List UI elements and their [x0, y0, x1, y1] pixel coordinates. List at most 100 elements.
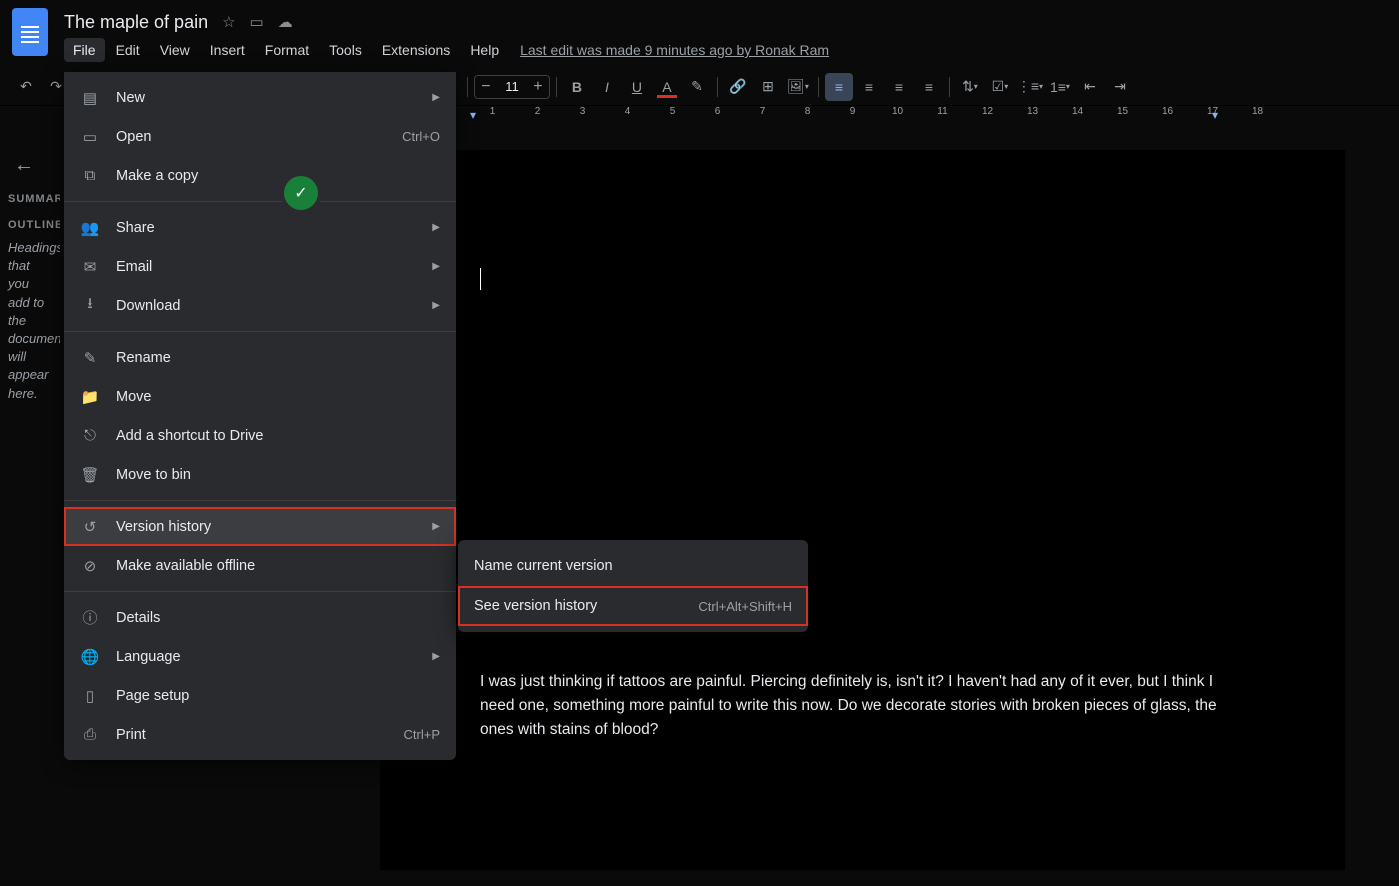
line-spacing-button[interactable]: ⇅▾: [956, 73, 984, 101]
menu-help[interactable]: Help: [461, 38, 508, 62]
menu-item-move-to-bin[interactable]: 🗑 Move to bin: [64, 455, 456, 494]
menu-item-label: Rename: [116, 350, 440, 366]
align-center-button[interactable]: ≡: [855, 73, 883, 101]
menu-format[interactable]: Format: [256, 38, 318, 62]
cloud-status-icon[interactable]: ☁: [278, 13, 293, 31]
submenu-item-see-history[interactable]: See version history Ctrl+Alt+Shift+H: [458, 586, 808, 626]
increase-indent-button[interactable]: ⇥: [1106, 73, 1134, 101]
font-size-value[interactable]: 11: [497, 79, 527, 94]
menu-item-label: Version history: [116, 519, 424, 535]
menu-insert[interactable]: Insert: [201, 38, 254, 62]
menu-file[interactable]: File: [64, 38, 105, 62]
menu-item-add-shortcut[interactable]: ⎋ Add a shortcut to Drive: [64, 416, 456, 455]
font-increase-button[interactable]: +: [527, 78, 549, 96]
underline-button[interactable]: U: [623, 73, 651, 101]
submenu-arrow-icon: ▶: [432, 92, 440, 103]
star-icon[interactable]: ☆: [222, 13, 235, 31]
menu-view[interactable]: View: [151, 38, 199, 62]
shortcut-icon: ⎋: [80, 426, 100, 446]
menu-item-label: Language: [116, 649, 424, 665]
submenu-item-name-current[interactable]: Name current version: [458, 546, 808, 586]
menu-item-label: Page setup: [116, 688, 440, 704]
text-color-button[interactable]: A: [653, 73, 681, 101]
menu-item-rename[interactable]: ✎ Rename: [64, 338, 456, 377]
download-icon: ⭳: [80, 296, 100, 316]
menu-item-page-setup[interactable]: ▯ Page setup: [64, 676, 456, 715]
ruler-tick: 10: [875, 106, 920, 117]
menu-tools[interactable]: Tools: [320, 38, 371, 62]
numbered-list-button[interactable]: 1≡▾: [1046, 73, 1074, 101]
right-indent-marker[interactable]: ▾: [1212, 108, 1218, 122]
menu-separator: [64, 201, 456, 202]
ruler-tick: 6: [695, 106, 740, 117]
file-menu-dropdown: ▤ New ▶ ▭ Open Ctrl+O ⧉ Make a copy 👥 Sh…: [64, 72, 456, 760]
print-icon: ⎙: [80, 725, 100, 745]
menu-item-download[interactable]: ⭳ Download ▶: [64, 286, 456, 325]
menu-item-make-offline[interactable]: ⊘ Make available offline: [64, 546, 456, 585]
undo-button[interactable]: ↶: [12, 73, 40, 101]
last-edit-link[interactable]: Last edit was made 9 minutes ago by Rona…: [520, 42, 829, 58]
ruler-tick: 2: [515, 106, 560, 117]
success-check-icon: ✓: [284, 176, 318, 210]
ruler-tick: 12: [965, 106, 1010, 117]
menu-item-label: See version history: [474, 598, 698, 614]
align-justify-button[interactable]: ≡: [915, 73, 943, 101]
trash-icon: 🗑: [80, 465, 100, 485]
insert-link-button[interactable]: 🔗: [724, 73, 752, 101]
share-icon: 👥: [80, 218, 100, 238]
menu-item-share[interactable]: 👥 Share ▶: [64, 208, 456, 247]
align-left-button[interactable]: ≡: [825, 73, 853, 101]
bulleted-list-button[interactable]: ⋮≡▾: [1016, 73, 1044, 101]
text-cursor: [480, 268, 481, 290]
menu-item-email[interactable]: ✉ Email ▶: [64, 247, 456, 286]
menu-item-label: Print: [116, 727, 404, 743]
bold-button[interactable]: B: [563, 73, 591, 101]
menu-item-open[interactable]: ▭ Open Ctrl+O: [64, 117, 456, 156]
menu-item-label: Make a copy: [116, 168, 440, 184]
checklist-button[interactable]: ☑▾: [986, 73, 1014, 101]
menu-item-make-copy[interactable]: ⧉ Make a copy: [64, 156, 456, 195]
document-paragraph[interactable]: I was just thinking if tattoos are painf…: [480, 670, 1245, 742]
submenu-arrow-icon: ▶: [432, 222, 440, 233]
italic-button[interactable]: I: [593, 73, 621, 101]
app-header: The maple of pain ☆ ▭ ☁ File Edit View I…: [0, 0, 1399, 68]
font-size-stepper[interactable]: − 11 +: [474, 75, 550, 99]
menu-item-print[interactable]: ⎙ Print Ctrl+P: [64, 715, 456, 754]
collapse-outline-icon[interactable]: ←: [14, 154, 52, 177]
menu-separator: [64, 331, 456, 332]
menu-edit[interactable]: Edit: [107, 38, 149, 62]
ruler-tick: 1: [470, 106, 515, 117]
menu-item-label: Email: [116, 259, 424, 275]
document-title[interactable]: The maple of pain: [64, 12, 208, 33]
menu-item-version-history[interactable]: ↺ Version history ▶: [64, 507, 456, 546]
menu-item-label: Move to bin: [116, 467, 440, 483]
menu-item-shortcut: Ctrl+P: [404, 727, 440, 742]
align-right-button[interactable]: ≡: [885, 73, 913, 101]
highlight-button[interactable]: ✎: [683, 73, 711, 101]
docs-logo-icon[interactable]: [12, 8, 48, 56]
document-page[interactable]: I was just thinking if tattoos are painf…: [380, 150, 1345, 870]
move-folder-icon[interactable]: ▭: [250, 13, 264, 31]
new-doc-icon: ▤: [80, 88, 100, 108]
menu-item-label: Share: [116, 220, 424, 236]
info-icon: ⓘ: [80, 608, 100, 628]
ruler-tick: 15: [1100, 106, 1145, 117]
menu-bar: File Edit View Insert Format Tools Exten…: [64, 36, 829, 64]
menu-item-shortcut: Ctrl+Alt+Shift+H: [698, 599, 792, 614]
menu-item-move[interactable]: 📁 Move: [64, 377, 456, 416]
globe-icon: 🌐: [80, 647, 100, 667]
menu-item-new[interactable]: ▤ New ▶: [64, 78, 456, 117]
decrease-indent-button[interactable]: ⇤: [1076, 73, 1104, 101]
submenu-arrow-icon: ▶: [432, 261, 440, 272]
horizontal-ruler[interactable]: ▾ 1 2 3 4 5 6 7 8 9 10 11 12 13 14 15 16…: [360, 106, 1399, 128]
menu-item-language[interactable]: 🌐 Language ▶: [64, 637, 456, 676]
font-decrease-button[interactable]: −: [475, 78, 497, 96]
menu-item-label: Details: [116, 610, 440, 626]
add-comment-button[interactable]: ⊞: [754, 73, 782, 101]
menu-item-details[interactable]: ⓘ Details: [64, 598, 456, 637]
menu-item-label: Open: [116, 129, 402, 145]
menu-extensions[interactable]: Extensions: [373, 38, 459, 62]
insert-image-button[interactable]: 🖼▾: [784, 73, 812, 101]
ruler-tick: 18: [1235, 106, 1280, 117]
ruler-tick: 7: [740, 106, 785, 117]
